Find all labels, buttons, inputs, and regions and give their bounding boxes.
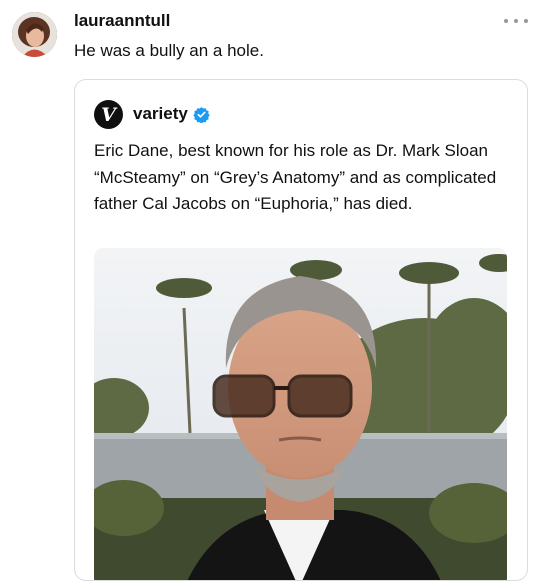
quoted-post-text: Eric Dane, best known for his role as Dr… <box>94 141 497 213</box>
variety-logo-icon[interactable]: V <box>94 100 123 129</box>
post-username[interactable]: lauraanntull <box>74 11 170 31</box>
user-avatar[interactable] <box>12 12 57 57</box>
quoted-post-card[interactable]: V variety Eric Dane, best known for his … <box>74 79 528 581</box>
quoted-post-username[interactable]: variety <box>133 104 188 124</box>
verified-badge-icon <box>193 107 210 123</box>
quoted-post-photo[interactable] <box>94 248 507 580</box>
more-options-icon[interactable] <box>504 12 528 30</box>
post-text: He was a bully an a hole. <box>74 41 264 60</box>
